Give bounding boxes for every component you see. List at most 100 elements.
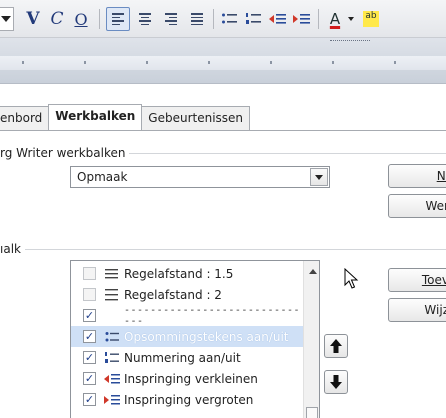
font-color-dropdown[interactable] xyxy=(346,7,356,31)
ruler[interactable] xyxy=(0,38,446,84)
chevron-down-icon[interactable] xyxy=(310,168,328,186)
content-group-label: ıalk xyxy=(0,242,25,256)
list-scrollbar[interactable] xyxy=(303,261,319,418)
list-item[interactable]: ------------------------------ xyxy=(71,304,303,327)
align-right-button[interactable] xyxy=(160,7,182,31)
ruler-strip xyxy=(0,56,446,70)
toolbar-menu-button[interactable]: Wer xyxy=(388,194,446,218)
align-center-icon xyxy=(139,13,151,25)
formatting-toolbar: V C O A ab xyxy=(0,0,446,38)
toolbar-select[interactable]: Opmaak xyxy=(70,166,330,188)
arrow-up-icon xyxy=(330,339,342,353)
justify-button[interactable] xyxy=(186,7,208,31)
tab-divider xyxy=(0,130,446,131)
decrease-indent-button[interactable] xyxy=(266,7,288,31)
command-checkbox[interactable] xyxy=(83,351,96,364)
numbering-button[interactable] xyxy=(242,7,264,31)
list-item[interactable]: Inspringing vergroten xyxy=(71,389,303,410)
underline-icon: O xyxy=(74,9,88,29)
tab-label: Werkbalken xyxy=(55,109,136,123)
bullets-button[interactable] xyxy=(218,7,240,31)
list-item[interactable]: Nummering aan/uit xyxy=(71,347,303,368)
justify-icon xyxy=(191,13,203,25)
tab-label: Gebeurtenissen xyxy=(148,111,244,125)
line-spacing-icon xyxy=(104,267,120,281)
decrease-indent-icon xyxy=(269,14,286,24)
scroll-thumb[interactable] xyxy=(306,407,318,418)
bold-icon: V xyxy=(26,9,40,29)
scroll-up-icon[interactable] xyxy=(309,269,317,274)
italic-button[interactable]: C xyxy=(46,7,68,31)
align-left-button[interactable] xyxy=(106,7,130,31)
commands-list[interactable]: Regelafstand : 1.5 Regelafstand : 2 ----… xyxy=(70,260,320,418)
button-label: Toev xyxy=(421,273,446,287)
numbering-icon xyxy=(104,351,120,365)
highlight-icon: ab xyxy=(363,11,379,27)
command-checkbox[interactable] xyxy=(83,372,96,385)
numbering-icon xyxy=(246,13,261,24)
ruler-marker xyxy=(330,40,370,41)
font-color-icon: A xyxy=(329,10,341,28)
increase-indent-icon xyxy=(104,393,120,407)
ruler-tick xyxy=(270,61,272,64)
command-label: Nummering aan/uit xyxy=(124,350,241,365)
customize-dialog: enbord Werkbalken Gebeurtenissen rg Writ… xyxy=(0,84,446,418)
tab-events[interactable]: Gebeurtenissen xyxy=(141,106,251,130)
command-checkbox[interactable] xyxy=(83,309,96,322)
list-item[interactable]: Regelafstand : 2 xyxy=(71,284,303,305)
chevron-down-icon xyxy=(348,17,354,21)
toolbar-separator xyxy=(318,9,319,29)
font-color-button[interactable]: A xyxy=(324,7,346,31)
command-label: Inspringing vergroten xyxy=(124,392,254,407)
underline-button[interactable]: O xyxy=(70,7,92,31)
line-spacing-icon xyxy=(104,288,120,302)
ruler-tick xyxy=(146,61,148,64)
chevron-down-icon[interactable] xyxy=(0,7,14,31)
add-command-button[interactable]: Toev xyxy=(388,268,446,292)
decrease-indent-icon xyxy=(104,372,120,386)
tab-toolbars[interactable]: Werkbalken xyxy=(48,104,143,130)
align-center-button[interactable] xyxy=(134,7,156,31)
command-checkbox[interactable] xyxy=(83,330,96,343)
command-checkbox[interactable] xyxy=(83,288,96,301)
tab-label: enbord xyxy=(0,111,43,125)
highlight-button[interactable]: ab xyxy=(360,7,382,31)
new-toolbar-button[interactable]: Ni xyxy=(388,164,446,188)
bullets-icon xyxy=(104,330,120,344)
move-up-button[interactable] xyxy=(324,334,348,358)
tab-keyboard[interactable]: enbord xyxy=(0,106,50,130)
separator-label: ------------------------------ xyxy=(124,304,301,327)
command-label: Regelafstand : 2 xyxy=(124,287,222,302)
list-item[interactable]: Inspringing verkleinen xyxy=(71,368,303,389)
ruler-tick xyxy=(332,61,334,64)
list-item[interactable]: Regelafstand : 1.5 xyxy=(71,263,303,284)
command-label: Regelafstand : 1.5 xyxy=(124,266,234,281)
increase-indent-icon xyxy=(293,14,310,24)
group-rule xyxy=(0,249,446,250)
increase-indent-button[interactable] xyxy=(290,7,312,31)
toolbar-select-value: Opmaak xyxy=(77,170,128,184)
list-item-selected[interactable]: Opsommingstekens aan/uit xyxy=(71,326,303,347)
button-label: Wer xyxy=(425,199,446,213)
toolbar-separator xyxy=(213,9,214,29)
align-right-icon xyxy=(165,13,177,25)
ruler-tick xyxy=(394,61,396,64)
toolbars-group-label: rg Writer werkbalken xyxy=(0,146,130,160)
ruler-tick xyxy=(84,61,86,64)
button-label: Wijz xyxy=(424,303,446,317)
modify-button[interactable]: Wijz xyxy=(388,298,446,322)
tab-bar: enbord Werkbalken Gebeurtenissen xyxy=(0,104,251,130)
mouse-cursor-icon xyxy=(344,268,359,289)
align-left-icon xyxy=(112,13,124,25)
arrow-down-icon xyxy=(330,375,342,389)
bold-button[interactable]: V xyxy=(22,7,44,31)
toolbar-separator xyxy=(99,9,100,29)
ruler-tick xyxy=(208,61,210,64)
command-checkbox[interactable] xyxy=(83,267,96,280)
button-label: Ni xyxy=(436,169,446,183)
command-label: Inspringing verkleinen xyxy=(124,371,258,386)
move-down-button[interactable] xyxy=(324,370,348,394)
command-checkbox[interactable] xyxy=(83,393,96,406)
italic-icon: C xyxy=(50,9,64,29)
ruler-tick xyxy=(22,61,24,64)
